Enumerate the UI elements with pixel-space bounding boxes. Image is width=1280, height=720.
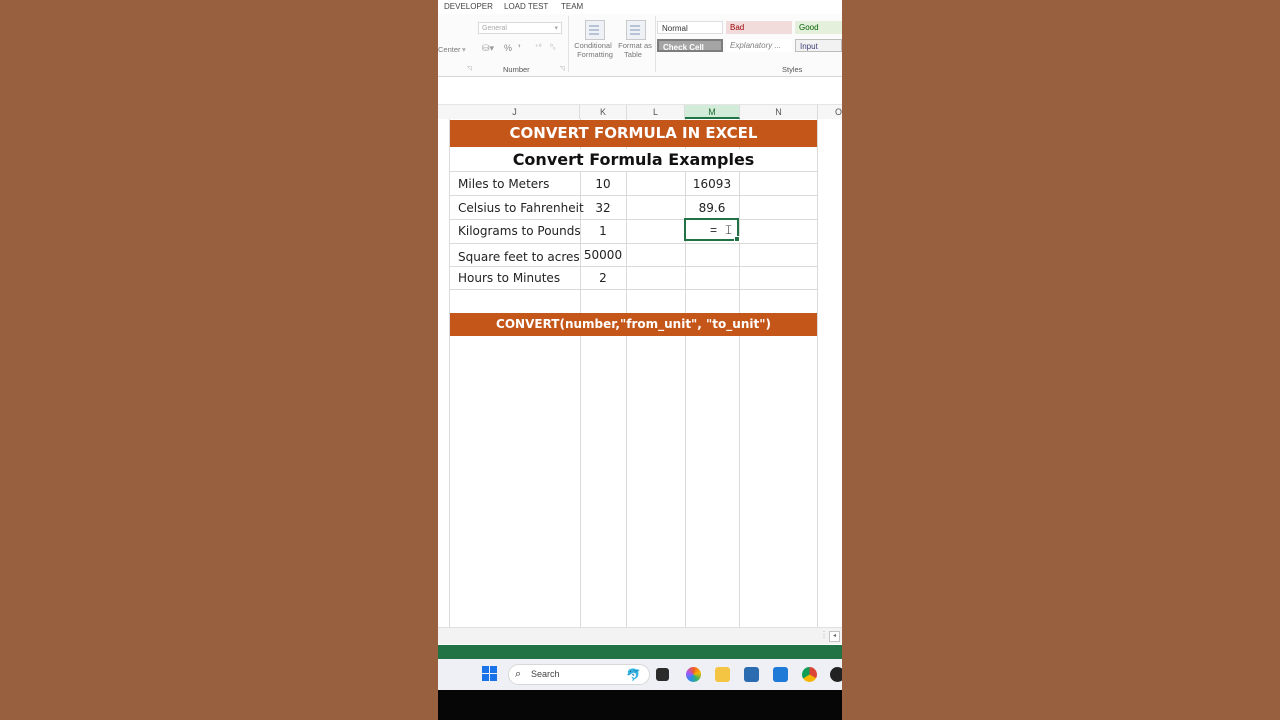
merge-center-button[interactable]: Center [438, 45, 461, 54]
tab-team[interactable]: TEAM [561, 2, 583, 11]
title-banner[interactable]: CONVERT FORMULA IN EXCEL [450, 120, 817, 147]
formula-syntax-banner[interactable]: CONVERT(number,"from_unit", "to_unit") [450, 313, 817, 336]
windows-start-icon[interactable] [482, 666, 498, 682]
scroll-left-icon[interactable]: ◂ [829, 631, 840, 642]
tab-developer[interactable]: DEVELOPER [444, 2, 493, 11]
row-label[interactable]: Kilograms to Pounds [458, 224, 581, 238]
excel-window: DEVELOPER LOAD TEST TEAM Center ▾ Genera… [438, 0, 842, 720]
row-value[interactable]: 1 [580, 224, 626, 238]
decrease-decimal-icon[interactable]: ⁰₀ [550, 43, 556, 51]
number-group-label: Number [503, 65, 530, 74]
chrome-icon[interactable] [802, 667, 817, 682]
style-good-label: Good [799, 23, 819, 32]
status-bar [438, 645, 842, 659]
search-icon: ⌕ [515, 668, 522, 680]
style-check-cell-label: Check Cell [663, 43, 704, 52]
search-placeholder: Search [531, 669, 560, 679]
tab-load-test[interactable]: LOAD TEST [504, 2, 548, 11]
conditional-formatting-label-1: Conditional [574, 41, 612, 50]
styles-group-label: Styles [782, 65, 803, 74]
style-input-label: Input [800, 42, 818, 51]
conditional-formatting-button[interactable]: Conditional Formatting [573, 18, 613, 64]
ribbon-divider [568, 16, 569, 72]
formula-bar-area [438, 77, 842, 105]
column-header-l[interactable]: L [627, 105, 685, 119]
column-header-o[interactable]: O [818, 105, 842, 119]
style-explanatory[interactable]: Explanatory ... [726, 39, 792, 52]
row-result[interactable]: 16093 [685, 177, 739, 191]
search-highlight-icon: 🐬 [626, 668, 641, 682]
row-result[interactable]: 89.6 [685, 201, 739, 215]
chevron-down-icon: ▾ [554, 25, 558, 32]
percent-button[interactable]: % [504, 43, 512, 53]
active-cell-m[interactable]: = 𝙸 [684, 218, 740, 242]
gridline [450, 219, 817, 220]
increase-decimal-icon[interactable]: ⁺⁰ [535, 43, 542, 51]
row-value[interactable]: 50000 [580, 248, 626, 262]
column-header-n[interactable]: N [740, 105, 818, 119]
alignment-launcher-icon[interactable]: ◹ [467, 65, 472, 72]
horizontal-scrollbar[interactable]: ⋮ ◂ [438, 627, 842, 644]
style-bad-label: Bad [730, 23, 745, 32]
row-label[interactable]: Hours to Minutes [458, 271, 560, 285]
task-view-icon[interactable] [656, 668, 669, 681]
copilot-icon[interactable] [686, 667, 701, 682]
currency-icon[interactable]: ⛁▾ [482, 43, 494, 54]
row-label[interactable]: Celsius to Fahrenheit [458, 201, 584, 215]
subtitle-cell[interactable]: Convert Formula Examples [450, 149, 817, 171]
row-value[interactable]: 32 [580, 201, 626, 215]
gridline [450, 266, 817, 267]
app-icon[interactable] [830, 667, 842, 682]
row-value[interactable]: 10 [580, 177, 626, 191]
gridline [817, 119, 818, 627]
store-icon[interactable] [744, 667, 759, 682]
style-normal-label: Normal [662, 24, 688, 33]
conditional-formatting-icon [585, 20, 605, 40]
row-value[interactable]: 2 [580, 271, 626, 285]
column-header-m[interactable]: M [685, 105, 740, 119]
gridline [450, 171, 817, 172]
number-format-value: General [482, 25, 507, 32]
style-check-cell[interactable]: Check Cell [657, 39, 723, 52]
row-label[interactable]: Square feet to acres [458, 250, 580, 264]
style-bad[interactable]: Bad [726, 21, 792, 34]
number-format-dropdown[interactable]: General ▾ [478, 22, 562, 34]
format-as-table-icon [626, 20, 646, 40]
center-dropdown-icon[interactable]: ▾ [462, 45, 466, 54]
comma-style-icon[interactable]: ❜ [518, 43, 521, 54]
mail-icon[interactable] [773, 667, 788, 682]
format-as-table-label-1: Format as [618, 41, 652, 50]
format-as-table-label-2: Table [624, 50, 642, 59]
style-explanatory-label: Explanatory ... [730, 41, 782, 50]
style-normal[interactable]: Normal [657, 21, 723, 34]
sheet-splitter-icon[interactable]: ⋮ [820, 630, 828, 639]
gridline [450, 289, 817, 290]
row-label[interactable]: Miles to Meters [458, 177, 549, 191]
windows-taskbar: ⌕ Search 🐬 [438, 659, 842, 690]
text-cursor-icon: 𝙸 [724, 222, 734, 237]
style-input[interactable]: Input [795, 39, 842, 52]
ribbon-tab-bar: DEVELOPER LOAD TEST TEAM [438, 0, 842, 14]
column-header-j[interactable]: J [450, 105, 580, 119]
bottom-bar [438, 690, 842, 720]
column-headers: J K L M N O [438, 105, 842, 120]
gridline [450, 195, 817, 196]
style-good[interactable]: Good [795, 21, 842, 34]
ribbon: Center ▾ General ▾ ⛁▾ % ❜ ⁺⁰ ⁰₀ ◹ Number… [438, 14, 842, 77]
cell-styles-gallery: Normal Bad Good Check Cell Explanatory .… [656, 20, 842, 56]
number-launcher-icon[interactable]: ◹ [560, 65, 565, 72]
conditional-formatting-label-2: Formatting [577, 50, 613, 59]
format-as-table-button[interactable]: Format as Table [616, 18, 654, 64]
worksheet-grid[interactable]: CONVERT FORMULA IN EXCEL Convert Formula… [438, 119, 842, 627]
taskbar-search[interactable]: ⌕ Search 🐬 [508, 664, 650, 685]
file-explorer-icon[interactable] [715, 667, 730, 682]
column-header-k[interactable]: K [580, 105, 627, 119]
active-cell-text: = [710, 223, 718, 237]
gridline [450, 243, 817, 244]
